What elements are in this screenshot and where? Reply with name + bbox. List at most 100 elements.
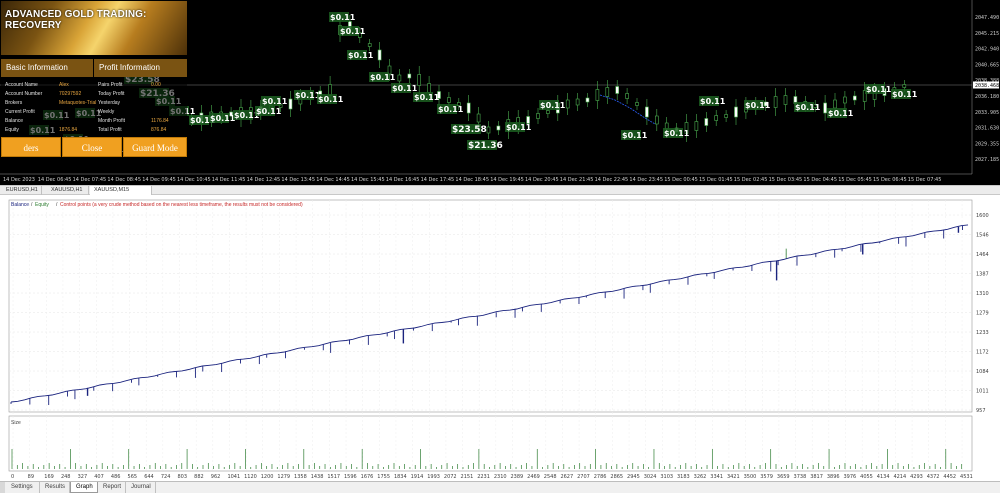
- time-tick-label: 15 Dec 02:45: [734, 177, 768, 183]
- x-tick-label: 3896: [827, 474, 840, 480]
- graph-frame: [8, 199, 973, 413]
- candle-body: [585, 97, 590, 103]
- x-tick-label: 3183: [677, 474, 690, 480]
- guard-mode-button[interactable]: Guard Mode: [123, 137, 187, 157]
- candle-body: [654, 115, 659, 125]
- profit-value: 1176.84: [151, 118, 169, 124]
- tab-settings[interactable]: Settings: [6, 482, 40, 493]
- tester-side-handle[interactable]: [0, 482, 5, 493]
- profit-tag: $0.11: [262, 97, 288, 106]
- candle-body: [288, 98, 293, 110]
- time-tick-label: 15 Dec 03:45: [769, 177, 803, 183]
- tab-journal[interactable]: Journal: [126, 482, 156, 493]
- candle-body: [496, 125, 501, 131]
- profit-tag: $0.11: [414, 93, 440, 102]
- price-tick-label: 2042.940: [975, 47, 999, 53]
- tab-report[interactable]: Report: [98, 482, 126, 493]
- time-tick-label: 15 Dec 05:45: [838, 177, 872, 183]
- x-tick-label: 1517: [327, 474, 340, 480]
- basic-label: Equity: [5, 127, 19, 133]
- x-tick-label: 3659: [777, 474, 790, 480]
- tester-graph-panel: Balance / Equity / Control points (a ver…: [0, 195, 1000, 483]
- basic-label: Brokers: [5, 100, 23, 106]
- y-tick-label: 1084: [976, 369, 989, 375]
- ea-info-panel: ADVANCED GOLD TRADING: RECOVERY Basic In…: [1, 1, 187, 158]
- time-tick-label: 14 Dec 19:45: [490, 177, 524, 183]
- x-tick-label: 1596: [344, 474, 357, 480]
- candle-body: [605, 87, 610, 97]
- y-tick-label: 1600: [976, 213, 989, 219]
- profit-label: Today Profit: [98, 91, 125, 97]
- x-tick-label: 2310: [494, 474, 507, 480]
- x-tick-label: 4452: [943, 474, 956, 480]
- x-tick-label: 2707: [577, 474, 590, 480]
- profit-tag: $0.11: [370, 73, 396, 82]
- close-button[interactable]: Close: [62, 137, 122, 157]
- x-tick-label: 1914: [411, 474, 424, 480]
- tab-results[interactable]: Results: [40, 482, 70, 493]
- profit-tag: $21.36: [468, 141, 503, 151]
- legend-control-points: Control points (a very crude method base…: [60, 202, 303, 208]
- x-tick-label: 1200: [261, 474, 274, 480]
- time-tick-label: 14 Dec 21:45: [560, 177, 594, 183]
- profit-tag: $0.11: [866, 85, 892, 94]
- profit-tag: $0.11: [795, 103, 821, 112]
- x-tick-label: 3421: [727, 474, 740, 480]
- x-tick-label: 169: [44, 474, 54, 480]
- x-tick-label: 4214: [893, 474, 906, 480]
- size-frame: [8, 415, 973, 472]
- price-tick-label: 2031.630: [975, 126, 999, 132]
- candle-body: [724, 114, 728, 118]
- candle-body: [714, 115, 719, 121]
- time-tick-label: 14 Dec 20:45: [525, 177, 559, 183]
- x-tick-label: 2786: [594, 474, 607, 480]
- chart-tab-strip: EURUSD,H1 XAUUSD,H1 XAUUSD,M15 (visual): [0, 185, 1000, 202]
- y-tick-label: 957: [976, 408, 986, 414]
- x-tick-label: 803: [178, 474, 188, 480]
- y-tick-label: 1464: [976, 252, 989, 258]
- x-tick-label: 724: [161, 474, 171, 480]
- x-tick-label: 2627: [560, 474, 573, 480]
- candle-body: [595, 89, 600, 101]
- x-tick-label: 4372: [927, 474, 940, 480]
- basic-label: Account Number: [5, 91, 43, 97]
- candle-body: [734, 106, 738, 118]
- time-tick-label: 15 Dec 01:45: [699, 177, 733, 183]
- profit-tag: $0.11: [392, 84, 418, 93]
- x-tick-label: 2945: [627, 474, 640, 480]
- tab-eurusd-h1[interactable]: EURUSD,H1: [2, 186, 42, 195]
- candle-body: [367, 43, 372, 47]
- candle-body: [447, 97, 451, 103]
- time-tick-label: 14 Dec 14:45: [316, 177, 350, 183]
- time-tick-label: 15 Dec 06:45: [873, 177, 907, 183]
- x-tick-label: 3103: [660, 474, 673, 480]
- time-tick-label: 14 Dec 11:45: [212, 177, 246, 183]
- profit-label: Pairs Profit: [98, 82, 123, 88]
- y-tick-label: 1279: [976, 311, 989, 317]
- x-tick-label: 1279: [277, 474, 290, 480]
- x-tick-label: 565: [128, 474, 138, 480]
- tab-xauusd-h1[interactable]: XAUUSD,H1: [47, 186, 89, 195]
- price-tick-label: 2029.355: [975, 141, 999, 147]
- profit-label: Total Profit: [98, 127, 122, 133]
- basic-label: Account Name: [5, 82, 38, 88]
- tab-xauusd-m15-visual[interactable]: XAUUSD,M15 (visual): [90, 186, 152, 202]
- x-tick-label: 486: [111, 474, 121, 480]
- time-tick-label: 14 Dec 15:45: [351, 177, 385, 183]
- y-tick-label: 1011: [976, 389, 989, 395]
- x-tick-label: 407: [94, 474, 104, 480]
- orders-button[interactable]: ders: [1, 137, 61, 157]
- x-tick-label: 327: [78, 474, 88, 480]
- profit-label: Yesterday: [98, 100, 121, 106]
- profit-label: Weekly: [98, 109, 115, 115]
- basic-value: Alex: [59, 82, 69, 88]
- tab-graph[interactable]: Graph: [70, 482, 98, 493]
- x-tick-label: 1755: [377, 474, 390, 480]
- candle-body: [625, 93, 629, 99]
- candle-body: [466, 102, 471, 114]
- candle-body: [575, 98, 580, 106]
- x-tick-label: 2469: [527, 474, 540, 480]
- x-tick-label: 3024: [644, 474, 657, 480]
- candle-body: [377, 49, 382, 61]
- price-chart-panel[interactable]: $0.11 $0.11 $0.11 $0.11 $0.11 $0.11 $0.11 $0.11…: [0, 0, 1000, 185]
